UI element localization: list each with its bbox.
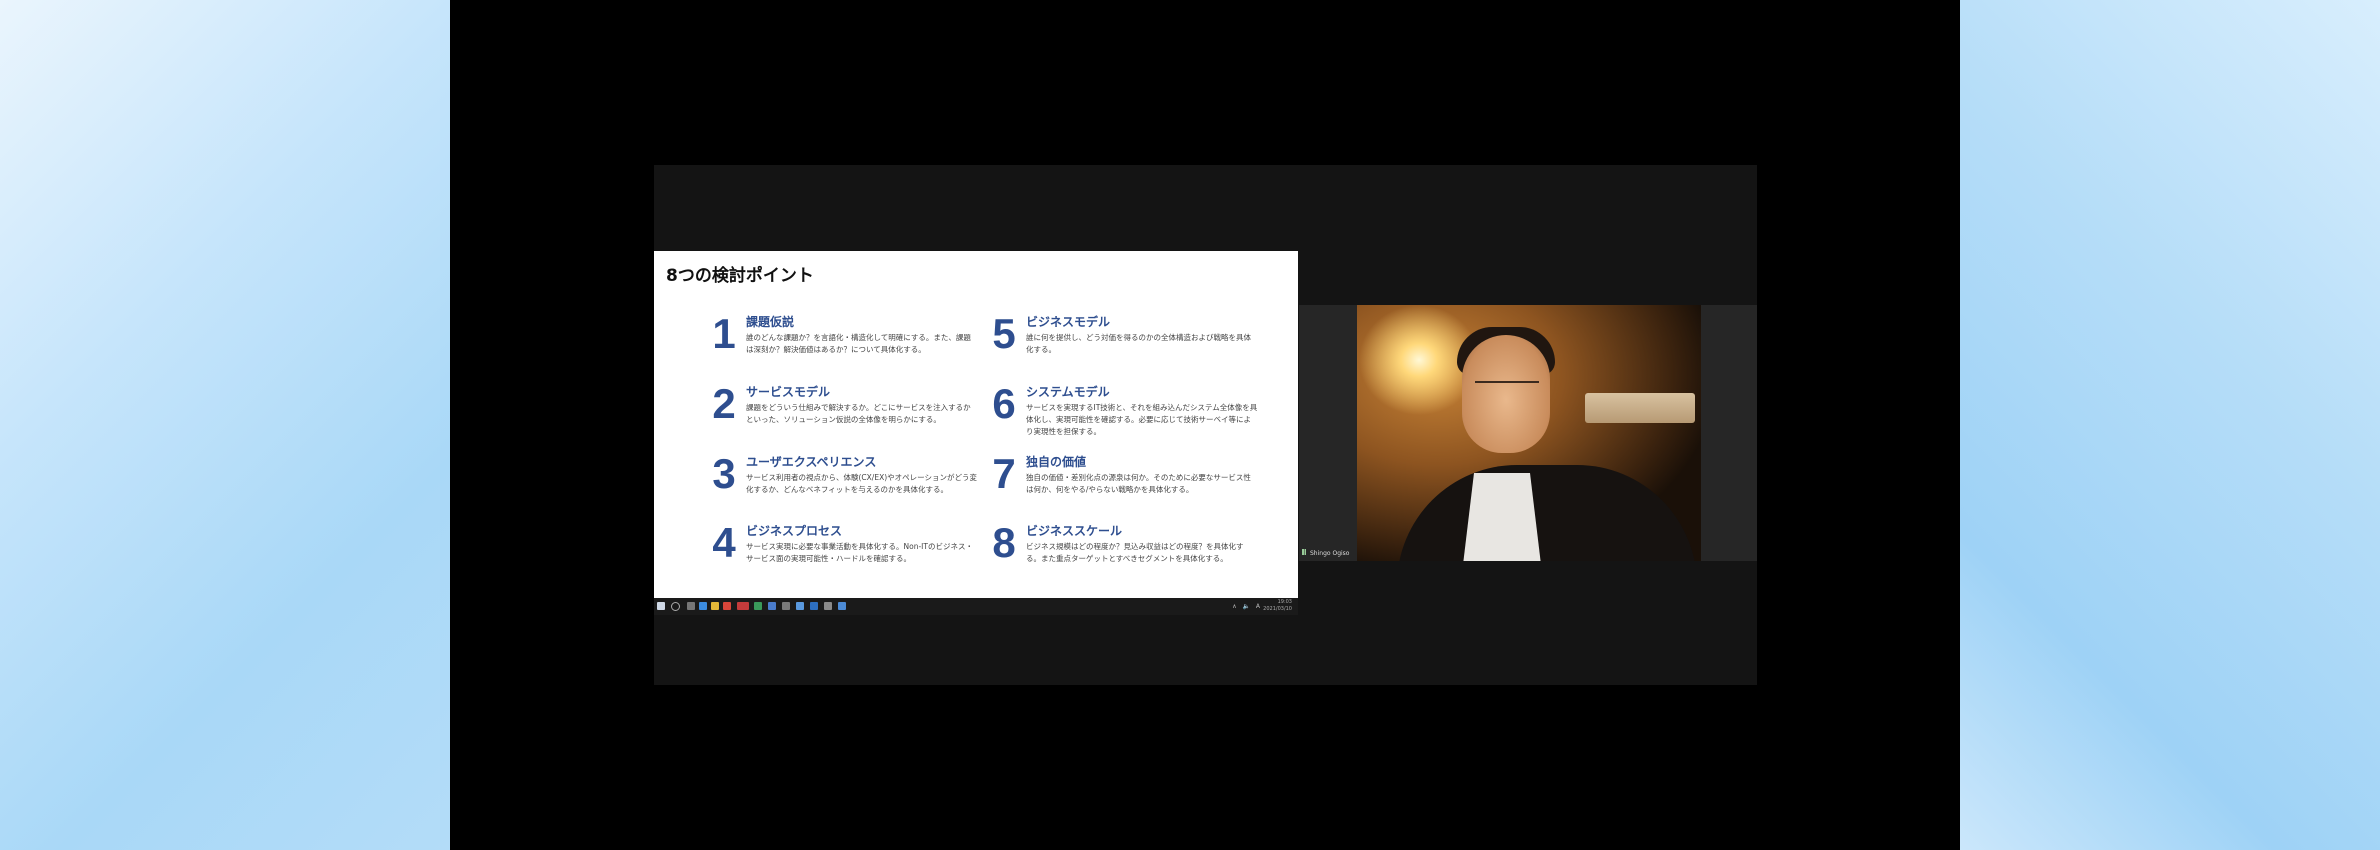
point-title: サービスモデル: [746, 385, 831, 399]
windows-start-icon[interactable]: [657, 602, 665, 610]
point-1: 1 課題仮説 誰のどんな課題か？を言語化・構造化して明確にする。また、課題は深刻…: [708, 310, 978, 373]
point-number: 4: [712, 519, 736, 566]
point-number: 2: [712, 380, 736, 427]
point-description: 誰に何を提供し、どう対価を得るのかの全体構造および戦略を具体化する。: [1026, 333, 1251, 354]
point-4: 4 ビジネスプロセス サービス実現に必要な事業活動を具体化する。Non-ITのビ…: [708, 519, 978, 582]
air-conditioner: [1585, 393, 1695, 423]
participant-name-tag: Shingo Ogiso: [1302, 549, 1349, 557]
point-title: ビジネスモデル: [1026, 315, 1111, 329]
person-shirt: [1462, 473, 1542, 561]
participant-name: Shingo Ogiso: [1310, 550, 1350, 557]
glasses: [1475, 381, 1539, 397]
app-icon[interactable]: [782, 602, 790, 610]
taskbar-clock[interactable]: 19:03 2021/03/10: [1263, 599, 1292, 613]
point-description: サービス実現に必要な事業活動を具体化する。Non-ITのビジネス・サービス面の実…: [746, 542, 973, 563]
point-title: ビジネススケール: [1026, 524, 1123, 538]
point-7: 7 独自の価値 独自の価値・差別化点の源泉は何か。そのために必要なサービス性は何…: [988, 450, 1258, 513]
point-number: 8: [992, 519, 1016, 566]
left-background: [0, 0, 450, 850]
point-number: 6: [992, 380, 1016, 427]
point-number: 3: [712, 450, 736, 497]
point-8: 8 ビジネススケール ビジネス規模はどの程度か？見込み収益はどの程度？を具体化す…: [988, 519, 1258, 582]
point-description: 独自の価値・差別化点の源泉は何か。そのために必要なサービス性は何か、何をやる/や…: [1026, 473, 1251, 494]
task-view-icon[interactable]: [687, 602, 695, 610]
clock-time: 19:03: [1277, 599, 1292, 605]
shared-screen-slide: 8つの検討ポイント 1 課題仮説 誰のどんな課題か？を言語化・構造化して明確にす…: [654, 251, 1298, 598]
point-description: サービスを実現するIT技術と、それを組み込んだシステム全体像を具体化し、実現可能…: [1026, 403, 1258, 436]
windows-taskbar: ∧ 🔈 A 19:03 2021/03/10: [654, 598, 1298, 615]
word-icon[interactable]: [768, 602, 776, 610]
chrome-icon[interactable]: [723, 602, 731, 610]
file-explorer-icon[interactable]: [711, 602, 719, 610]
point-title: 独自の価値: [1026, 455, 1087, 469]
system-tray-icons[interactable]: ∧ 🔈 A: [1232, 603, 1262, 610]
participant-video-panel: Shingo Ogiso: [1299, 305, 1757, 561]
app-icon[interactable]: [824, 602, 832, 610]
slide-title: 8つの検討ポイント: [666, 266, 814, 286]
teams-icon[interactable]: [838, 602, 846, 610]
point-description: 課題をどういう仕組みで解決するか。どこにサービスを注入するかといった、ソリューシ…: [746, 403, 971, 424]
point-description: ビジネス規模はどの程度か？見込み収益はどの程度？を具体化する。また重点ターゲット…: [1026, 542, 1244, 563]
point-number: 7: [992, 450, 1016, 497]
point-title: システムモデル: [1026, 385, 1110, 399]
excel-icon[interactable]: [754, 602, 762, 610]
point-description: サービス利用者の視点から、体験(CX/EX)やオペレーションがどう変化するか、ど…: [746, 473, 977, 494]
right-background: [1960, 0, 2380, 850]
point-description: 誰のどんな課題か？を言語化・構造化して明確にする。また、課題は深刻か？解決価値は…: [746, 333, 971, 354]
outlook-icon[interactable]: [810, 602, 818, 610]
powerpoint-icon[interactable]: [737, 602, 749, 610]
participant-video: [1357, 305, 1701, 561]
edge-browser-icon[interactable]: [699, 602, 707, 610]
point-6: 6 システムモデル サービスを実現するIT技術と、それを組み込んだシステム全体像…: [988, 380, 1258, 443]
zoom-meeting-window: 8つの検討ポイント 1 課題仮説 誰のどんな課題か？を言語化・構造化して明確にす…: [654, 165, 1757, 685]
point-5: 5 ビジネスモデル 誰に何を提供し、どう対価を得るのかの全体構造および戦略を具体…: [988, 310, 1258, 373]
zoom-icon[interactable]: [796, 602, 804, 610]
point-number: 1: [712, 310, 736, 357]
point-title: ビジネスプロセス: [746, 524, 843, 538]
clock-date: 2021/03/10: [1263, 606, 1292, 612]
point-title: 課題仮説: [746, 315, 795, 329]
person-body: [1397, 465, 1697, 561]
point-title: ユーザエクスペリエンス: [746, 455, 877, 469]
point-2: 2 サービスモデル 課題をどういう仕組みで解決するか。どこにサービスを注入するか…: [708, 380, 978, 443]
connection-signal-icon: [1302, 549, 1308, 555]
point-number: 5: [992, 310, 1016, 357]
search-icon[interactable]: [671, 602, 680, 611]
point-3: 3 ユーザエクスペリエンス サービス利用者の視点から、体験(CX/EX)やオペレ…: [708, 450, 978, 513]
